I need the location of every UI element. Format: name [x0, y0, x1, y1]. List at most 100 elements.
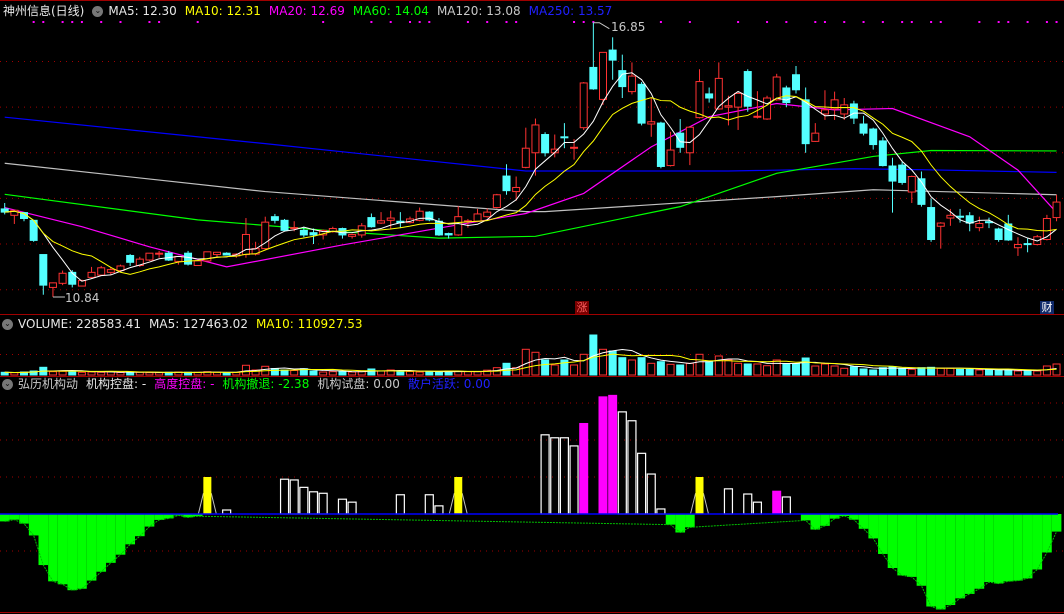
candle-up [627, 75, 636, 93]
candle-down [560, 136, 569, 139]
retreat-bar [48, 514, 58, 582]
candle-up [1013, 244, 1022, 249]
volume-bar [714, 355, 723, 376]
candle-up [820, 109, 829, 115]
retreat-bar [955, 514, 965, 599]
signal-dot [409, 21, 411, 23]
volume-bar [898, 367, 907, 376]
signal-dot [1045, 21, 1048, 23]
volume-bar [367, 368, 376, 376]
signal-dot [997, 21, 1000, 23]
signal-dot [582, 21, 585, 23]
signal-dot [843, 21, 846, 23]
candle-up [473, 213, 482, 222]
signal-dot [428, 21, 431, 23]
signal-dot [1026, 21, 1029, 23]
retreat-bar [1051, 514, 1062, 532]
candle-up [386, 217, 395, 221]
signal-dot [766, 21, 769, 23]
retreat-bar [57, 514, 68, 585]
high-control-bar [772, 490, 782, 514]
volume-bar [10, 372, 19, 376]
candle-up [512, 186, 521, 193]
volume-bar [734, 362, 743, 376]
candle-up [753, 115, 762, 118]
control-bar [656, 508, 666, 515]
control-bar [627, 420, 637, 515]
retreat-bar [86, 514, 97, 581]
retreat-bar [685, 514, 695, 528]
volume-bar [1042, 365, 1051, 376]
signal-dot [80, 21, 83, 23]
signal-dot [486, 21, 489, 23]
control-bar [743, 493, 753, 515]
candle-up [97, 267, 106, 276]
test-bar [203, 477, 212, 514]
volume-panel-header: ⌄ VOLUME: 228583.41 MA5: 127463.02 MA10:… [2, 316, 371, 332]
high-control-bar [579, 422, 589, 514]
signal-dot [515, 21, 518, 23]
candle-up [377, 220, 386, 224]
retreat-bar [115, 514, 126, 555]
volume-bar [48, 371, 57, 376]
signal-dot [418, 21, 421, 23]
candle-up [241, 233, 250, 256]
signal-dot [862, 21, 865, 23]
candle-up [492, 194, 501, 209]
high-price-label: 16.85 [611, 20, 646, 34]
candle-down [994, 228, 1003, 240]
zhang-marker[interactable]: 涨 [575, 301, 589, 314]
cai-marker[interactable]: 财 [1040, 301, 1054, 314]
ma250-line [4, 116, 1057, 174]
candle-down [39, 254, 48, 286]
control-bar [337, 498, 348, 515]
retreat-bar [675, 514, 686, 533]
candle-up [936, 222, 945, 227]
candle-down [444, 233, 453, 236]
chevron-down-icon[interactable]: ⌄ [2, 318, 13, 330]
retreat-bar [993, 514, 1004, 584]
signal-dot [370, 21, 373, 23]
volume-bar [58, 370, 67, 376]
volume-bar [859, 368, 868, 376]
retreat-bar [28, 514, 39, 536]
control-bar [617, 411, 627, 515]
volume-bar [270, 368, 279, 376]
control-bar [289, 479, 299, 515]
candle-down [859, 123, 868, 134]
control-bar [279, 478, 290, 515]
ma10-line [4, 95, 1057, 275]
control-value: 机构控盘: - [86, 377, 147, 391]
candle-down [705, 93, 714, 99]
volume-bar [145, 372, 154, 376]
high-control-bar [598, 396, 608, 514]
chevron-down-icon[interactable]: ⌄ [92, 5, 104, 17]
volume-bar [763, 365, 772, 376]
volume-bar [811, 365, 820, 376]
candle-up [193, 260, 202, 267]
retreat-bar [858, 514, 869, 529]
volume-bar [309, 370, 318, 376]
retreat-bar [77, 514, 87, 589]
volume-bar [550, 364, 559, 376]
candle-up [483, 211, 492, 218]
candle-up [1052, 201, 1061, 219]
volume-bar [1023, 370, 1032, 376]
control-bar [347, 501, 357, 515]
candle-up [763, 97, 772, 120]
volume-bar [377, 370, 386, 376]
chevron-down-icon[interactable]: ⌄ [2, 378, 13, 390]
candle-up [48, 282, 57, 288]
price-panel-header: 神州信息(日线) ⌄ MA5: 12.30 MA10: 12.31 MA20: … [3, 3, 620, 19]
ma20-value: MA20: 12.69 [268, 4, 345, 18]
volume-bar [936, 367, 945, 376]
control-bar [569, 445, 579, 515]
chart-canvas[interactable] [0, 0, 1064, 614]
volume-bar [975, 369, 984, 376]
control-bar [299, 486, 309, 515]
volume-bar [985, 369, 993, 376]
retreat-bar [144, 514, 155, 527]
control-bar [636, 452, 647, 515]
candle-up [579, 82, 588, 129]
candle-down [869, 128, 878, 146]
